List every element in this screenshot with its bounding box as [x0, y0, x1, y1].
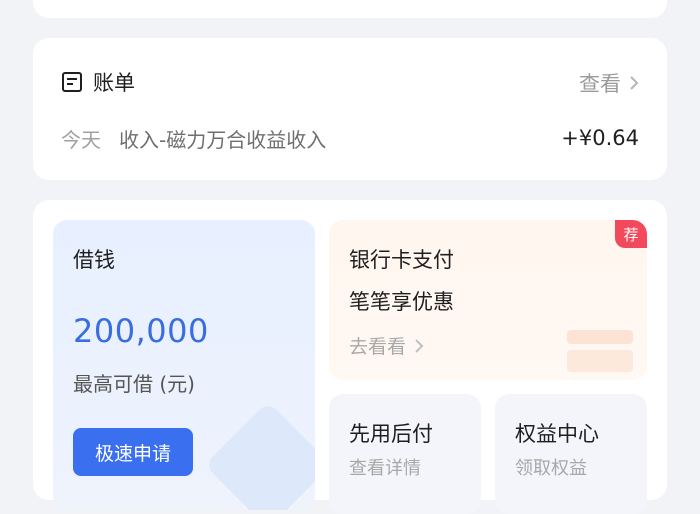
loan-amount: 200,000: [73, 312, 209, 350]
bill-view-link[interactable]: 查看: [579, 68, 639, 98]
pay-later-subtitle: 查看详情: [349, 458, 421, 479]
bank-pay-panel[interactable]: 荐 银行卡支付 笔笔享优惠 去看看: [329, 220, 647, 380]
bill-entry-row[interactable]: 今天 收入-磁力万合收益收入 +¥0.64: [61, 122, 639, 154]
recommend-badge: 荐: [615, 220, 647, 248]
chevron-right-icon: [415, 338, 424, 353]
bill-entry-amount: +¥0.64: [561, 126, 639, 150]
bank-card-icon-base: [567, 350, 633, 372]
bank-pay-subtitle: 笔笔享优惠: [349, 290, 454, 314]
loan-panel[interactable]: 借钱 200,000 最高可借 (元) 极速申请: [53, 220, 315, 510]
bill-title: 账单: [93, 71, 135, 95]
bill-entry-description: 收入-磁力万合收益收入: [119, 127, 327, 152]
benefits-panel[interactable]: 权益中心 领取权益: [495, 394, 647, 514]
pay-later-title: 先用后付: [349, 422, 433, 446]
benefits-title: 权益中心: [515, 422, 599, 446]
bill-header: 账单: [61, 66, 135, 98]
benefits-subtitle: 领取权益: [515, 458, 587, 479]
bank-card-icon: [567, 330, 633, 344]
chevron-right-icon: [630, 76, 639, 90]
bank-pay-title: 银行卡支付: [349, 248, 454, 272]
loan-apply-button[interactable]: 极速申请: [73, 428, 193, 476]
bank-pay-link-label: 去看看: [349, 336, 407, 358]
services-card: 借钱 200,000 最高可借 (元) 极速申请 荐 银行卡支付 笔笔享优惠 去…: [33, 200, 667, 514]
bill-view-label: 查看: [579, 72, 621, 96]
bill-card[interactable]: 账单 查看 今天 收入-磁力万合收益收入 +¥0.64: [33, 38, 667, 180]
receipt-icon: [62, 72, 82, 92]
top-card: [33, 0, 667, 18]
bill-entry-date: 今天: [61, 127, 101, 152]
loan-decoration: [204, 401, 315, 510]
loan-title: 借钱: [73, 248, 115, 272]
pay-later-panel[interactable]: 先用后付 查看详情: [329, 394, 481, 514]
loan-subtitle: 最高可借 (元): [73, 372, 195, 396]
bank-pay-link[interactable]: 去看看: [349, 332, 424, 359]
